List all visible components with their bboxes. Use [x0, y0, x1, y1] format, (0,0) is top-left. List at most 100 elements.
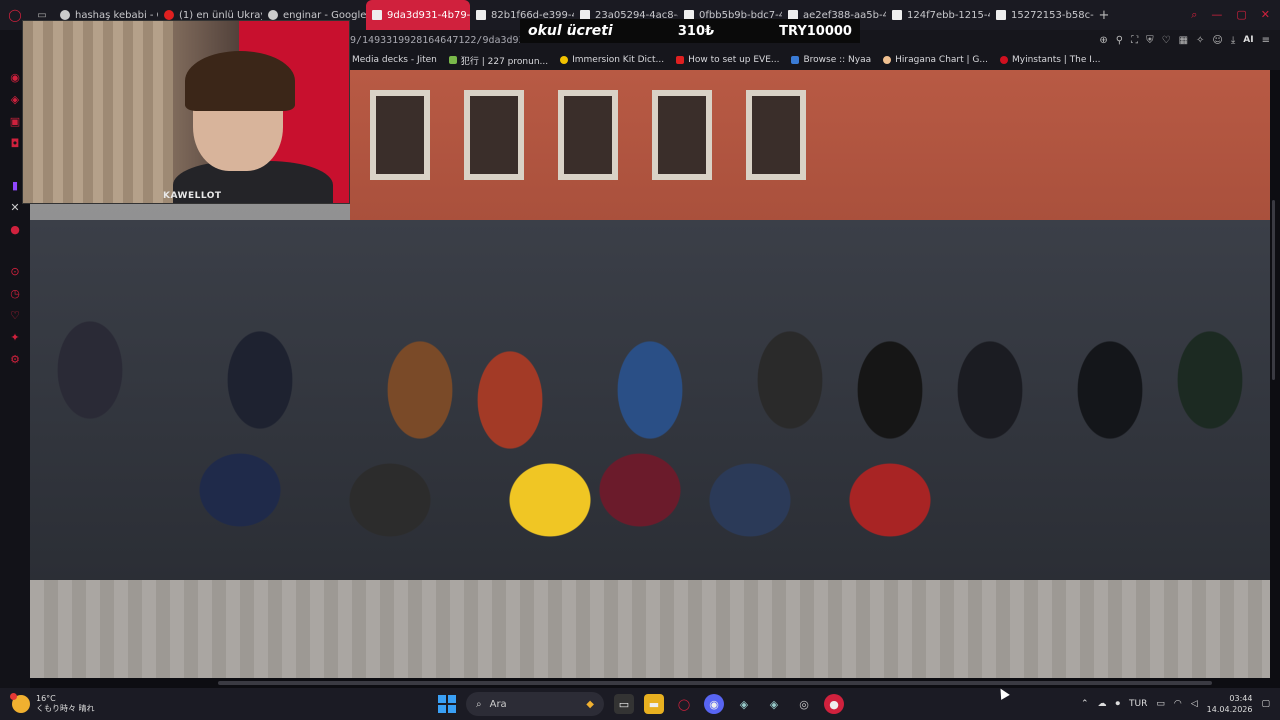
document-icon [372, 10, 382, 20]
network-app-icon[interactable]: ☁ [1098, 699, 1107, 709]
bookmark-item[interactable]: How to set up EVE... [676, 55, 779, 65]
search-tabs-icon[interactable]: ⌕ [1191, 8, 1197, 22]
player-icon[interactable]: ⊙ [6, 262, 24, 280]
volume-icon[interactable]: ◁ [1191, 699, 1198, 709]
google-icon [60, 10, 70, 20]
tab-title: 15272153-b58c-46 [1011, 9, 1094, 21]
overlay-currency-amount: TRY10000 [779, 23, 852, 39]
opera-taskbar-icon[interactable]: ◯ [674, 694, 694, 714]
zoom-icon[interactable]: ⊕ [1099, 35, 1107, 46]
bookmark-label: 犯行 | 227 pronun... [460, 56, 549, 67]
youtube-icon[interactable]: ● [6, 220, 24, 238]
obs-icon[interactable]: ◎ [794, 694, 814, 714]
tab-8[interactable]: 124f7ebb-1215-4da [886, 0, 990, 30]
bookmark-label: How to set up EVE... [688, 55, 780, 65]
menu-icon[interactable]: ≡ [1262, 35, 1270, 46]
download-icon[interactable]: ⤓ [1231, 35, 1235, 46]
group-photo-sitting [30, 430, 1270, 580]
microphone-icon[interactable]: ⏺ [1116, 699, 1121, 709]
tab-title: hashaş kebabi - Goo [75, 9, 158, 21]
bookmark-item[interactable]: Browse :: Nyaa [791, 55, 871, 65]
document-icon [476, 10, 486, 20]
steam-icon[interactable]: ◈ [734, 694, 754, 714]
bookmark-favicon-icon [448, 56, 457, 64]
bookmark-item[interactable]: Hiragana Chart | G... [883, 55, 988, 65]
pin-icon[interactable]: ⚲ [1116, 35, 1123, 46]
task-view-icon[interactable]: ▭ [614, 694, 634, 714]
weather-temp: 16°C [36, 694, 56, 703]
vertical-scrollbar[interactable] [1272, 200, 1275, 380]
tab-3-active[interactable]: 9da3d931-4b79-4aa4-bb✕ [366, 0, 470, 30]
webcam-overlay: KAWELLOT [22, 20, 350, 204]
system-tray: ⌃ ☁ ⏺ TUR ▭ ◠ ◁ 03:44 14.04.2026 ▢ [1081, 688, 1270, 720]
tray-chevron-icon[interactable]: ⌃ [1081, 699, 1089, 709]
bookmark-label: Immersion Kit Dict... [572, 55, 665, 65]
file-explorer-icon[interactable]: ▬ [644, 694, 664, 714]
horizontal-scrollbar[interactable] [218, 681, 1212, 685]
bookmark-favicon-icon [999, 56, 1008, 64]
minimize-icon[interactable]: — [1211, 8, 1222, 22]
clock-date: 14.04.2026 [1206, 705, 1253, 714]
notification-icon[interactable]: ▢ [1261, 699, 1270, 709]
overlay-label: okul ücreti [528, 23, 613, 39]
discord-icon[interactable]: ◉ [704, 694, 724, 714]
settings-icon[interactable]: ⚙ [6, 350, 24, 368]
extension-icon[interactable]: ▦ [1179, 35, 1188, 46]
bookmark-label: Media decks - Jiten [352, 55, 437, 65]
clock[interactable]: 03:44 14.04.2026 [1207, 693, 1253, 715]
new-tab-button[interactable]: + [1094, 8, 1114, 23]
taskbar-center: ⌕ Ara ◆ ▭ ▬ ◯ ◉ ◈ ◈ ◎ ● [438, 688, 844, 720]
bookmark-label: Browse :: Nyaa [803, 55, 872, 65]
donation-overlay: okul ücreti 310₺ TRY10000 [520, 19, 860, 43]
youtube-icon [676, 56, 685, 64]
tab-title: enginar - Google'da a [283, 9, 366, 21]
steam-alt-icon[interactable]: ◈ [764, 694, 784, 714]
overlay-amount: 310₺ [677, 23, 715, 39]
bookmark-label: Hiragana Chart | G... [895, 55, 988, 65]
wifi-icon[interactable]: ◠ [1174, 699, 1182, 709]
document-icon [892, 10, 902, 20]
google-icon [268, 10, 278, 20]
bookmark-label: Myinstants | The I... [1011, 55, 1101, 65]
search-placeholder: Ara [489, 698, 507, 710]
document-icon [996, 10, 1006, 20]
search-icon: ⌕ [476, 698, 482, 710]
bookmark-item[interactable]: 犯行 | 227 pronun... [448, 54, 549, 67]
shield-icon[interactable]: ⛨ [1146, 35, 1154, 46]
clock-time: 03:44 [1229, 694, 1253, 703]
snapshot-icon[interactable]: ⛶ [1131, 35, 1138, 46]
history-icon[interactable]: ◷ [6, 284, 24, 302]
cobblestone-ground [30, 580, 1270, 678]
youtube-icon [164, 10, 174, 20]
bookmark-favicon-icon [883, 56, 892, 64]
bookmark-item[interactable]: Media decks - Jiten [352, 55, 437, 65]
weather-widget[interactable]: 16°C くもり時々 晴れ [0, 693, 200, 714]
bookmark-heart-icon[interactable]: ♡ [1162, 35, 1171, 46]
profile-icon[interactable]: ☺ [1212, 35, 1222, 46]
language-indicator[interactable]: TUR [1129, 699, 1147, 709]
extensions-icon[interactable]: ✦ [6, 328, 24, 346]
taskbar: 16°C くもり時々 晴れ ⌕ Ara ◆ ▭ ▬ ◯ ◉ ◈ ◈ ◎ ● ⌃ … [0, 688, 1280, 720]
puzzle-icon[interactable]: ✧ [1196, 35, 1204, 46]
bookmark-item[interactable]: Immersion Kit Dict... [560, 55, 664, 65]
streamer-name: KAWELLOT [163, 191, 222, 201]
close-window-icon[interactable]: ✕ [1261, 8, 1270, 22]
app-red-icon[interactable]: ● [824, 694, 844, 714]
tab-9[interactable]: 15272153-b58c-46 [990, 0, 1094, 30]
ai-button[interactable]: AI [1243, 35, 1253, 45]
weather-icon [10, 693, 30, 713]
address-bar-icons: ⊕ ⚲ ⛶ ⛨ ♡ ▦ ✧ ☺ ⤓ AI ≡ [1099, 35, 1280, 46]
bookmark-item[interactable]: Myinstants | The I... [999, 55, 1101, 65]
screen: ◯ ◉ ◈ ▣ ◘ ▮ ✕ ● ⊙ ◷ ♡ ✦ ⚙ ◯ ▭ hashaş keb… [0, 0, 1280, 720]
tab-title: 9da3d931-4b79-4aa4-bb [387, 9, 470, 21]
tab-islands-icon[interactable]: ▭ [30, 10, 54, 21]
bookmark-favicon-icon [560, 56, 569, 64]
bookmarks-icon[interactable]: ♡ [6, 306, 24, 324]
maximize-icon[interactable]: ▢ [1236, 8, 1246, 22]
tab-title: 124f7ebb-1215-4da [907, 9, 990, 21]
bookmark-favicon-icon [791, 56, 800, 64]
monitor-icon[interactable]: ▭ [1156, 699, 1165, 709]
taskbar-search[interactable]: ⌕ Ara ◆ [466, 692, 604, 716]
weather-desc: くもり時々 晴れ [36, 704, 95, 713]
windows-start-icon[interactable] [438, 695, 456, 713]
